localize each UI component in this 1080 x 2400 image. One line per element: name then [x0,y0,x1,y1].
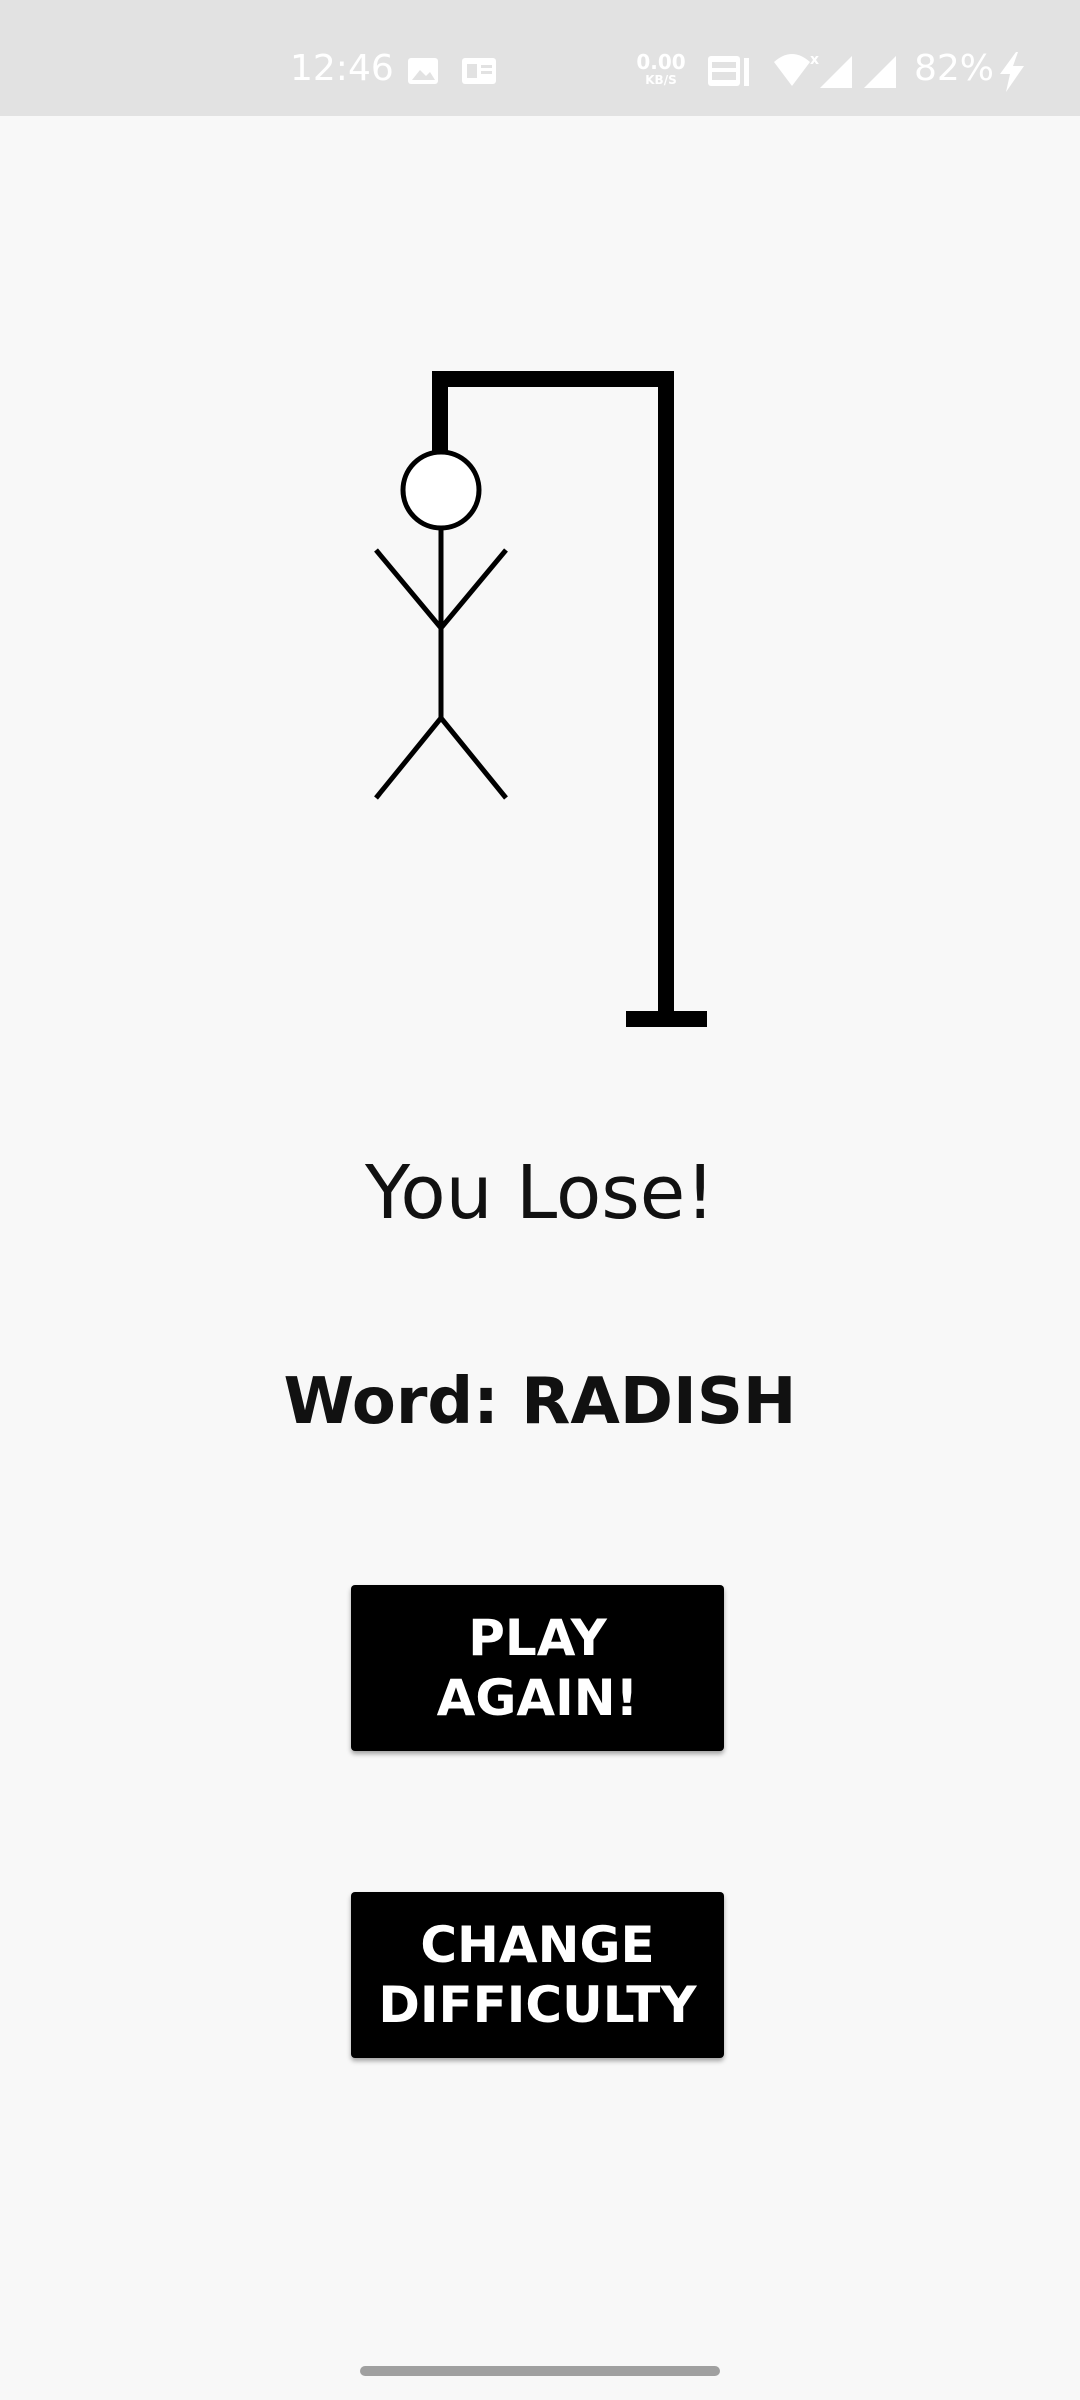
gallows-pole [658,371,674,1021]
figure-right-arm [439,548,508,630]
gallows-base [626,1011,707,1027]
navigation-handle[interactable] [360,2366,720,2376]
figure-left-leg [374,716,443,800]
figure-head [400,449,482,531]
result-text: You Lose! [364,1150,716,1236]
figure-left-arm [374,548,443,630]
play-again-button[interactable]: PLAY AGAIN! [351,1585,724,1751]
revealed-word: Word: RADISH [283,1365,797,1439]
gallows-beam [432,371,674,387]
stick-figure [374,449,508,800]
change-difficulty-button[interactable]: CHANGE DIFFICULTY [351,1892,724,2058]
hangman-drawing [374,371,707,1027]
figure-right-leg [439,716,508,800]
